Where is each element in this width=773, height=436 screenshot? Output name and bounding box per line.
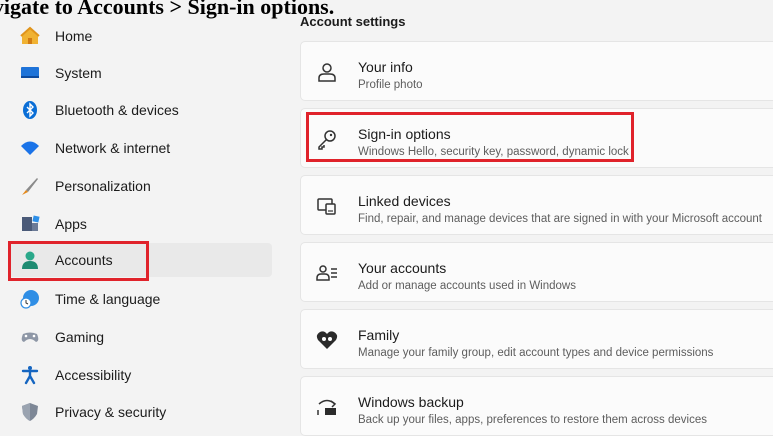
card-your-info[interactable]: Your info Profile photo (300, 41, 773, 101)
sidebar-item-label: Accessibility (55, 367, 132, 383)
sidebar-item-personalization[interactable]: Personalization (8, 169, 272, 203)
sidebar-item-label: Personalization (55, 178, 151, 194)
sidebar-item-gaming[interactable]: Gaming (8, 320, 272, 354)
sidebar-item-label: Accounts (55, 252, 113, 268)
sidebar-item-label: System (55, 65, 102, 81)
card-family[interactable]: Family Manage your family group, edit ac… (300, 309, 773, 369)
card-title: Your accounts (358, 260, 447, 276)
sidebar-item-bluetooth[interactable]: Bluetooth & devices (8, 93, 272, 127)
card-subtitle: Find, repair, and manage devices that ar… (358, 213, 762, 225)
card-subtitle: Profile photo (358, 79, 423, 91)
sidebar-item-home[interactable]: Home (8, 19, 272, 53)
home-icon (20, 26, 40, 46)
settings-sidebar: Home System Bluetooth & devices Network … (0, 16, 280, 426)
card-subtitle: Back up your files, apps, preferences to… (358, 414, 707, 426)
globe-clock-icon (20, 289, 40, 309)
sidebar-item-network[interactable]: Network & internet (8, 131, 272, 165)
gamepad-icon (20, 327, 40, 347)
card-subtitle: Manage your family group, edit account t… (358, 347, 714, 359)
sidebar-item-label: Network & internet (55, 140, 171, 156)
brush-icon (20, 176, 40, 196)
sidebar-item-system[interactable]: System (8, 56, 272, 90)
card-your-accounts[interactable]: Your accounts Add or manage accounts use… (300, 242, 773, 302)
card-subtitle: Add or manage accounts used in Windows (358, 280, 576, 292)
accounts-list-icon (315, 261, 339, 285)
card-title: Your info (358, 59, 413, 75)
accessibility-icon (20, 365, 40, 385)
card-title: Windows backup (358, 394, 464, 410)
sidebar-item-label: Bluetooth & devices (55, 102, 179, 118)
card-subtitle: Windows Hello, security key, password, d… (358, 146, 629, 158)
system-icon (20, 63, 40, 83)
wifi-icon (20, 138, 40, 158)
section-title: Account settings (300, 14, 406, 29)
sidebar-item-privacy-security[interactable]: Privacy & security (8, 395, 272, 429)
linked-devices-icon (315, 194, 339, 218)
shield-icon (20, 402, 40, 422)
card-title: Sign-in options (358, 126, 451, 142)
card-sign-in-options[interactable]: Sign-in options Windows Hello, security … (300, 108, 773, 168)
person-outline-icon (315, 60, 339, 84)
backup-icon (315, 395, 339, 419)
sidebar-item-accessibility[interactable]: Accessibility (8, 358, 272, 392)
person-icon (20, 250, 40, 270)
key-icon (315, 127, 339, 151)
card-windows-backup[interactable]: Windows backup Back up your files, apps,… (300, 376, 773, 436)
sidebar-item-accounts[interactable]: Accounts (8, 243, 272, 277)
apps-icon (20, 214, 40, 234)
sidebar-item-label: Home (55, 28, 93, 44)
sidebar-item-label: Gaming (55, 329, 105, 345)
sidebar-item-time-language[interactable]: Time & language (8, 282, 272, 316)
sidebar-item-apps[interactable]: Apps (8, 207, 272, 241)
card-title: Family (358, 327, 400, 343)
sidebar-item-label: Time & language (55, 291, 161, 307)
sidebar-item-label: Apps (55, 216, 87, 232)
sidebar-item-label: Privacy & security (55, 404, 167, 420)
family-heart-icon (315, 328, 339, 352)
card-title: Linked devices (358, 193, 451, 209)
bluetooth-icon (20, 100, 40, 120)
card-linked-devices[interactable]: Linked devices Find, repair, and manage … (300, 175, 773, 235)
